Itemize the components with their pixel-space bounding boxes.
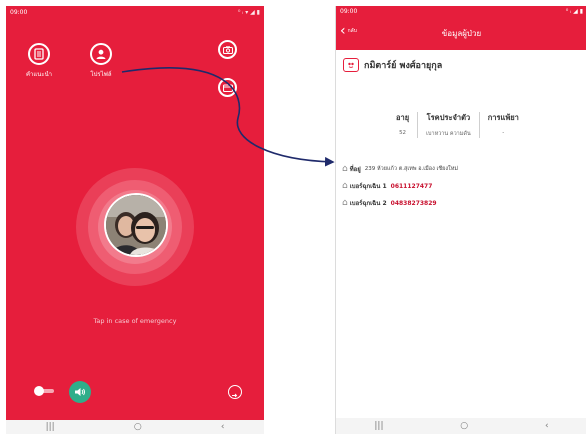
connector-arrow [121, 67, 335, 167]
arrow-path [121, 67, 335, 167]
